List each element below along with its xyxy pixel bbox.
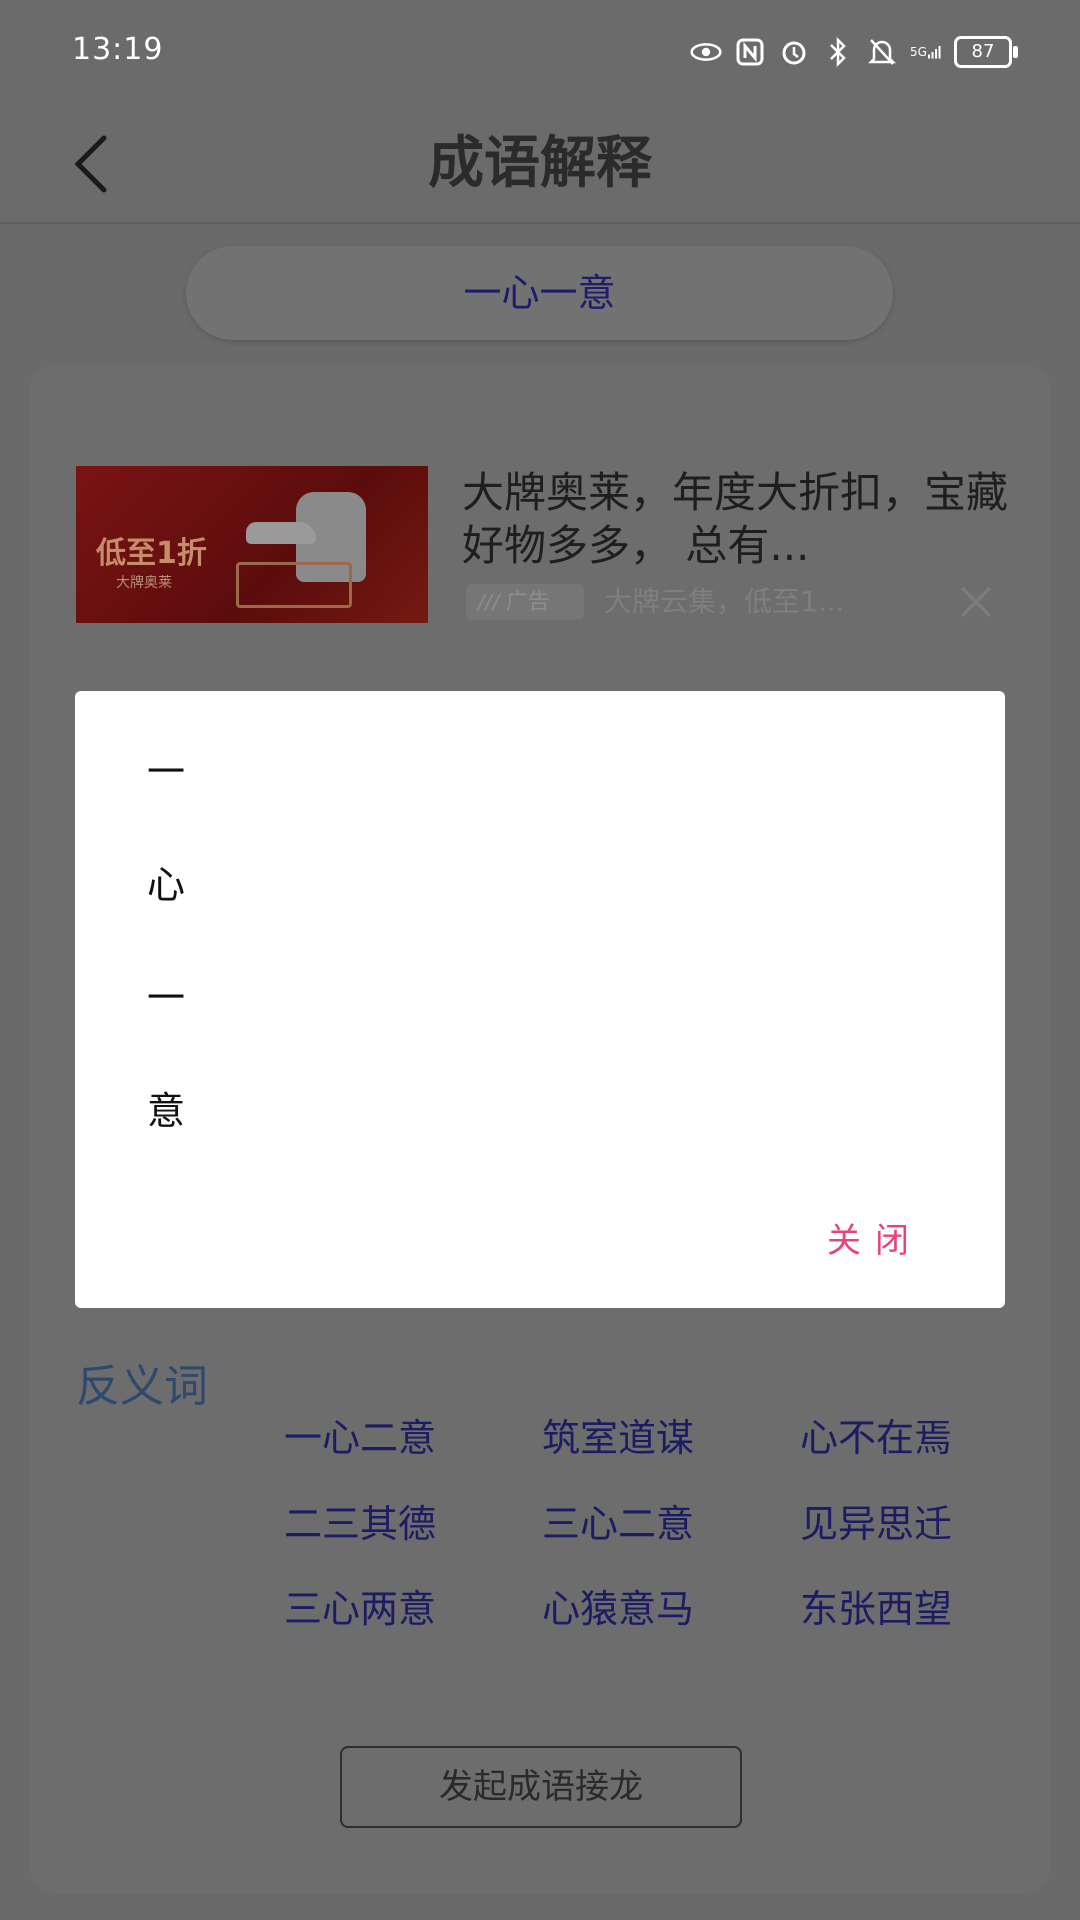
network-type: 5G [910, 45, 927, 59]
mute-bell-icon [866, 37, 898, 67]
page-title: 成语解释 [428, 131, 652, 196]
ad-subtitle[interactable]: 大牌云集，低至1... [604, 584, 845, 620]
status-time: 13:19 [72, 32, 164, 67]
app-header: 成语解释 [0, 100, 1080, 222]
dialog-char: 一 [147, 976, 186, 1020]
antonym-word[interactable]: 筑室道谋 [542, 1407, 694, 1462]
antonym-word[interactable]: 东张西望 [800, 1578, 952, 1633]
battery-level: 87 [954, 36, 1018, 68]
ad-logo-icon: /// [478, 590, 500, 614]
dialog-close-button[interactable]: 关闭 [827, 1213, 923, 1262]
alarm-icon [778, 37, 810, 67]
ad-cart-shape [236, 562, 352, 608]
antonym-word[interactable]: 见异思迁 [800, 1493, 952, 1548]
idiom-text: 一心一意 [463, 271, 616, 315]
nfc-icon [734, 37, 766, 67]
ad-shoe-shape [246, 522, 316, 544]
close-icon [960, 586, 992, 618]
ad-badge-label: 广告 [505, 590, 550, 615]
signal-icon: 5G [910, 37, 942, 67]
header-divider [0, 222, 1080, 224]
antonym-word[interactable]: 三心两意 [284, 1578, 436, 1633]
ad-image-brand: 大牌奥莱 [116, 575, 172, 591]
antonym-word[interactable]: 二三其德 [284, 1493, 436, 1548]
status-icons: 5G 87 [690, 36, 1018, 68]
antonym-word[interactable]: 一心二意 [284, 1407, 436, 1462]
eye-icon [690, 37, 722, 67]
dialog-char: 意 [147, 1089, 186, 1133]
ad-close-button[interactable] [958, 584, 994, 620]
antonym-word[interactable]: 三心二意 [542, 1493, 694, 1548]
ad-image-promo: 低至1折 [96, 536, 207, 571]
idiom-dialog: 一 心 一 意 关闭 [75, 691, 1005, 1308]
antonyms-label: 反义词 [76, 1361, 208, 1412]
antonym-word[interactable]: 心猿意马 [542, 1578, 694, 1633]
ad-badge: ///广告 [466, 584, 584, 620]
antonym-word[interactable]: 心不在焉 [800, 1407, 952, 1462]
bluetooth-icon [822, 37, 854, 67]
ad-title[interactable]: 大牌奥莱，年度大折扣，宝藏好物多多， 总有... [462, 466, 1022, 572]
idiom-display: 一心一意 [186, 246, 893, 340]
dialog-char: 心 [147, 863, 186, 907]
dialog-char: 一 [147, 750, 186, 794]
status-bar: 13:19 5G 87 [0, 0, 1080, 100]
ad-image[interactable]: 低至1折 大牌奥莱 [76, 466, 428, 623]
start-idiom-chain-button[interactable]: 发起成语接龙 [340, 1746, 742, 1828]
